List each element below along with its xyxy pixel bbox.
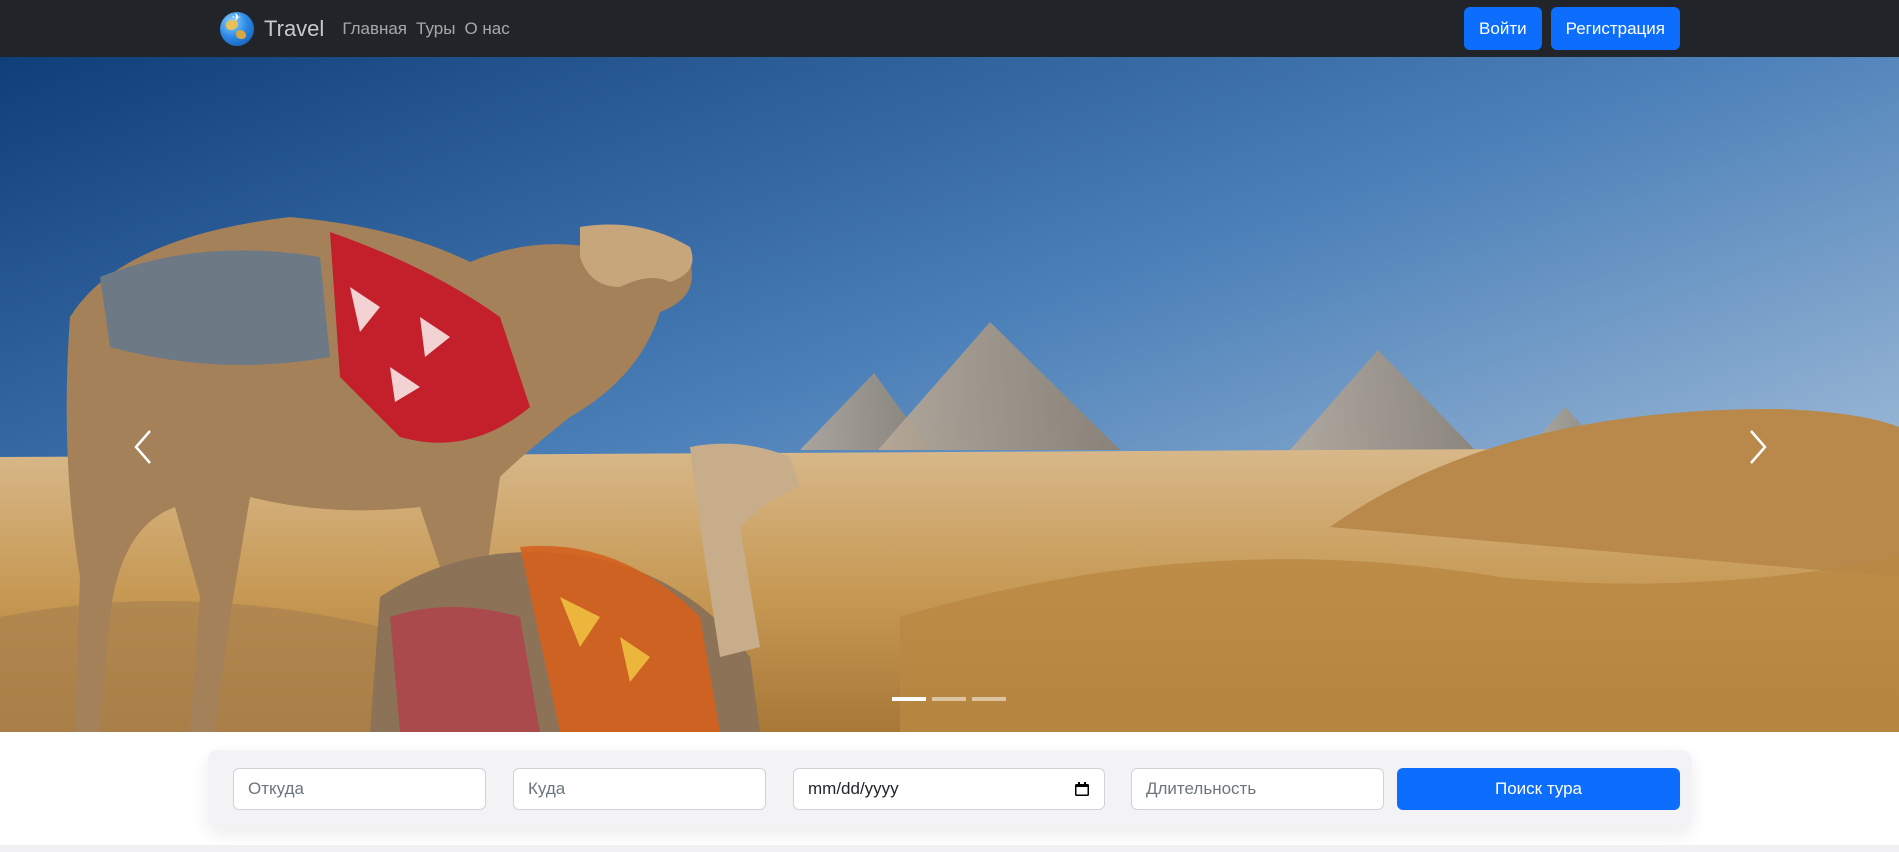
search-tour-button[interactable]: Поиск тура bbox=[1397, 768, 1680, 810]
carousel-indicators bbox=[892, 697, 1006, 701]
from-input[interactable] bbox=[233, 768, 486, 810]
navbar-container: ✈ Travel Главная Туры О нас Войти Регист… bbox=[220, 0, 1680, 57]
carousel-next-button[interactable] bbox=[1743, 427, 1773, 467]
carousel-indicator-3[interactable] bbox=[972, 697, 1006, 701]
top-navbar: ✈ Travel Главная Туры О нас Войти Регист… bbox=[0, 0, 1899, 57]
date-input[interactable]: mm/dd/yyyy bbox=[793, 768, 1105, 810]
carousel-indicator-1[interactable] bbox=[892, 697, 926, 701]
nav-link-tours[interactable]: Туры bbox=[416, 19, 455, 39]
nav-link-home[interactable]: Главная bbox=[342, 19, 407, 39]
register-button[interactable]: Регистрация bbox=[1550, 7, 1680, 50]
tour-search-form: mm/dd/yyyy Поиск тура bbox=[208, 750, 1692, 828]
chevron-right-icon bbox=[1750, 430, 1767, 464]
date-input-value: mm/dd/yyyy bbox=[808, 779, 899, 798]
brand-link[interactable]: ✈ Travel bbox=[220, 11, 325, 46]
chevron-left-icon bbox=[134, 430, 151, 464]
section-divider bbox=[0, 845, 1899, 852]
login-button[interactable]: Войти bbox=[1464, 7, 1542, 50]
carousel-slide-image bbox=[0, 57, 1899, 732]
brand-name: Travel bbox=[264, 15, 325, 41]
carousel-indicator-2[interactable] bbox=[932, 697, 966, 701]
duration-input[interactable] bbox=[1131, 768, 1384, 810]
to-input[interactable] bbox=[513, 768, 766, 810]
nav-link-about[interactable]: О нас bbox=[464, 19, 509, 39]
auth-buttons: Войти Регистрация bbox=[1464, 7, 1680, 50]
hero-carousel bbox=[0, 57, 1899, 732]
carousel-prev-button[interactable] bbox=[128, 427, 158, 467]
calendar-icon[interactable] bbox=[1074, 781, 1090, 797]
globe-logo-icon: ✈ bbox=[220, 11, 254, 46]
